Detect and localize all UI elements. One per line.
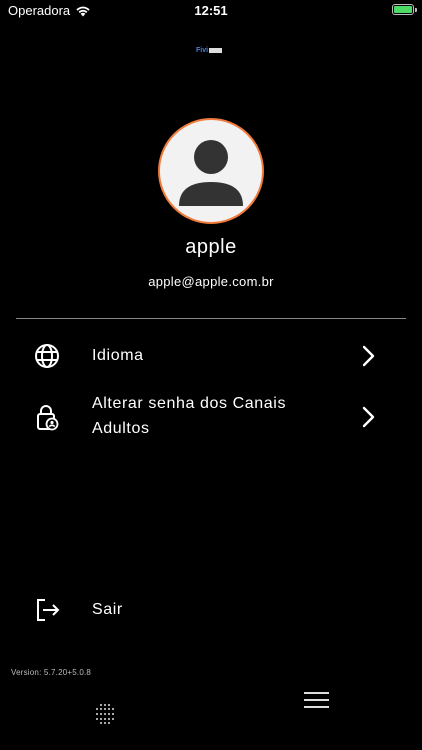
status-bar: Operadora 12:51 (0, 0, 422, 24)
menu-item-language-label: Idioma (92, 347, 144, 364)
battery-fill (394, 6, 412, 13)
menu-item-language[interactable]: Idioma (0, 336, 422, 376)
brand-logo-mark (209, 47, 223, 53)
brand-logo-text: Fivi (196, 46, 209, 54)
logout-button[interactable]: Sair (0, 594, 422, 628)
menu-item-adult-password[interactable]: Alterar senha dos Canais Adultos (0, 392, 422, 444)
user-silhouette (179, 140, 243, 206)
logout-icon (37, 599, 60, 621)
logout-label: Sair (92, 601, 123, 618)
dots-grid-icon[interactable] (93, 702, 117, 726)
battery-icon (392, 4, 414, 15)
chevron-right-icon (362, 345, 375, 367)
menu-item-adult-password-label-line1: Alterar senha dos Canais (92, 395, 287, 412)
lock-person-icon (37, 405, 59, 431)
user-avatar-icon[interactable] (158, 118, 264, 224)
menu-item-adult-password-label-line2: Adultos (92, 420, 150, 437)
brand-logo: Fivi (196, 45, 228, 55)
chevron-right-icon (362, 406, 375, 428)
status-time: 12:51 (194, 3, 228, 18)
divider (16, 318, 406, 319)
battery-tip (415, 8, 417, 12)
profile-name: apple (185, 236, 237, 258)
app-version: Version: 5.7.20+5.0.8 (11, 668, 92, 677)
profile-email: apple@apple.com.br (148, 274, 274, 289)
hamburger-menu-icon[interactable] (303, 690, 330, 710)
globe-icon (35, 344, 59, 368)
